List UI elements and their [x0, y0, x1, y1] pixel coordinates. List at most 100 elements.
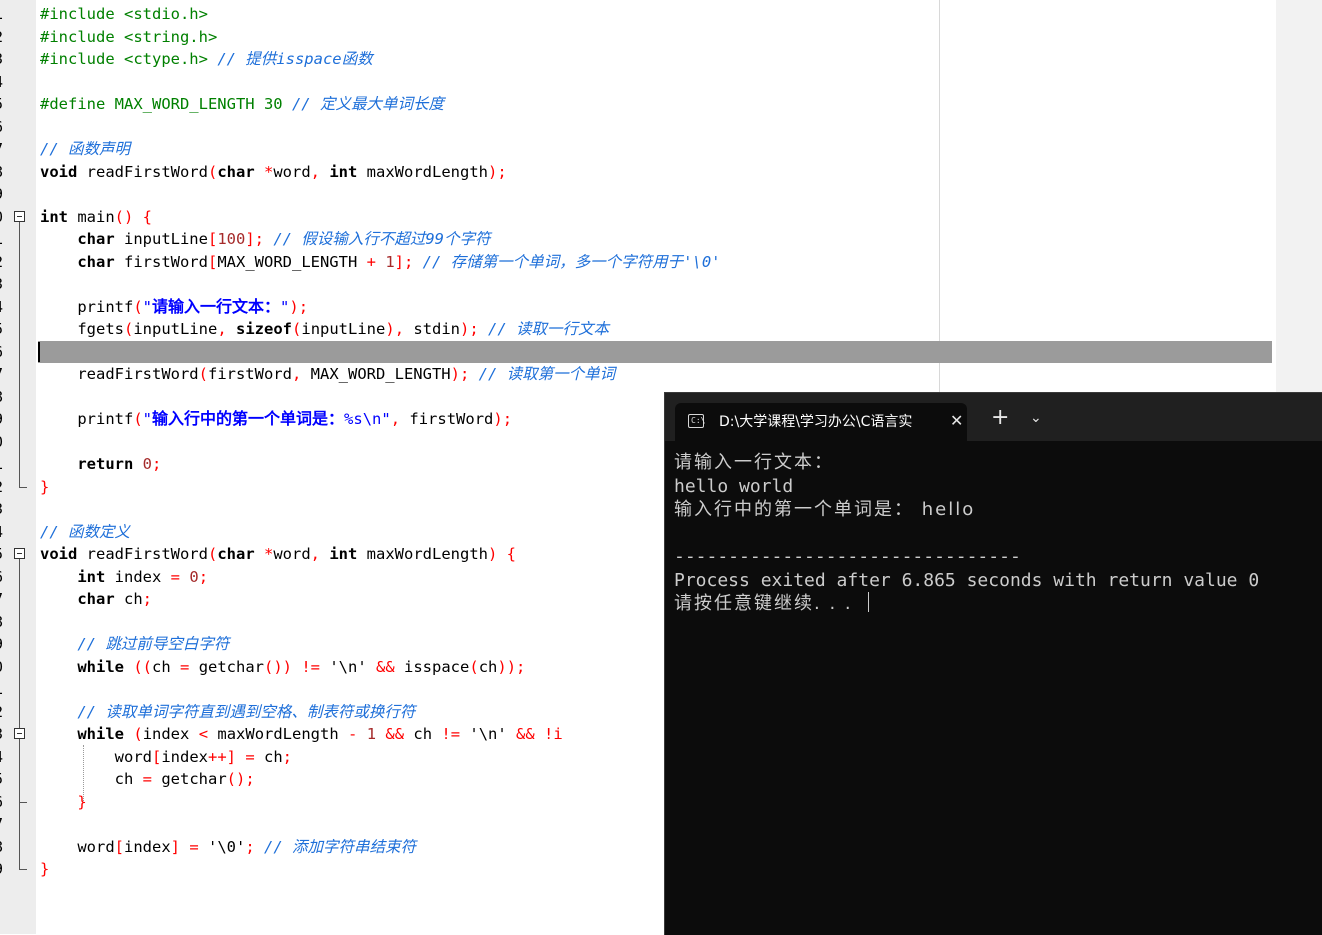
terminal-tab[interactable]: C:\ D:\大学课程\学习办公\C语言实 ✕: [675, 403, 967, 441]
fold-range-line: [19, 221, 20, 487]
code-token: %s\n": [344, 410, 391, 428]
code-token: main: [68, 207, 115, 226]
code-token: MAX_WORD_LENGTH: [217, 252, 367, 271]
code-token: (: [207, 545, 218, 563]
code-line[interactable]: }: [40, 858, 49, 881]
line-number: 6: [0, 791, 8, 814]
code-line[interactable]: void readFirstWord(char *word, int maxWo…: [40, 543, 516, 566]
code-line[interactable]: word[index] = '\0'; // 添加字符串结束符: [40, 836, 416, 859]
code-token: ));: [497, 657, 526, 676]
code-line[interactable]: int index = 0;: [40, 566, 208, 589]
code-line[interactable]: while ((ch = getchar()) != '\n' && isspa…: [40, 656, 525, 679]
code-token: -: [348, 725, 358, 743]
code-token: ch: [413, 725, 442, 743]
code-token: void: [40, 545, 78, 563]
line-number: 2: [0, 251, 8, 274]
code-line[interactable]: word[index++] = ch;: [40, 746, 292, 769]
code-token: [: [114, 837, 124, 856]
code-line[interactable]: #include <string.h>: [40, 26, 217, 49]
code-token: index: [105, 567, 171, 586]
line-number: 2: [0, 476, 8, 499]
line-number: 4: [0, 521, 8, 544]
terminal-line-text: 请输入一行文本：: [674, 452, 834, 473]
code-token: ++] =: [208, 747, 264, 766]
code-line[interactable]: // 读取单词字符直到遇到空格、制表符或换行符: [40, 701, 415, 724]
code-token: word: [40, 747, 152, 766]
line-number: 1: [0, 453, 8, 476]
terminal-output[interactable]: 请输入一行文本： hello world 输入行中的第一个单词是： hello ---…: [674, 451, 1322, 931]
line-number: 9: [0, 858, 8, 881]
code-line[interactable]: readFirstWord(firstWord, MAX_WORD_LENGTH…: [40, 363, 615, 386]
close-icon[interactable]: ✕: [950, 411, 963, 431]
code-line[interactable]: #include <ctype.h> // 提供isspace函数: [40, 48, 373, 71]
code-line[interactable]: char inputLine[100]; // 假设输入行不超过99个字符: [40, 228, 490, 251]
code-line[interactable]: #define MAX_WORD_LENGTH 30 // 定义最大单词长度: [40, 93, 444, 116]
code-token: ,: [390, 410, 410, 428]
code-token: // 跳过前导空白字符: [77, 635, 230, 653]
code-token: // 读取一行文本: [488, 320, 610, 338]
code-line[interactable]: printf("请输入一行文本：");: [40, 296, 308, 319]
code-line[interactable]: }: [40, 791, 86, 814]
code-line[interactable]: printf("输入行中的第一个单词是：%s\n", firstWord);: [40, 408, 512, 431]
code-token: ),: [385, 320, 414, 338]
code-token: char: [77, 230, 115, 248]
line-number: 5: [0, 543, 8, 566]
code-line[interactable]: ch = getchar();: [40, 768, 255, 791]
code-token: word: [273, 545, 311, 563]
line-number: 3: [0, 498, 8, 521]
code-line[interactable]: // 函数声明: [40, 138, 130, 161]
code-line[interactable]: char ch;: [40, 588, 152, 611]
fold-toggle-icon[interactable]: [14, 210, 25, 222]
line-number: 9: [0, 183, 8, 206]
code-token: '\n': [329, 657, 377, 676]
code-token: *: [264, 545, 274, 563]
code-token: readFirstWord: [77, 162, 208, 181]
code-token: ": [142, 297, 153, 316]
line-number: 8: [0, 386, 8, 409]
terminal-window[interactable]: C:\ D:\大学课程\学习办公\C语言实 ✕ + ⌄ 请输入一行文本： hell…: [664, 392, 1322, 935]
terminal-line-text: hello world: [674, 475, 794, 497]
fold-range-line: [19, 559, 20, 869]
code-line[interactable]: #include <stdio.h>: [40, 3, 208, 26]
code-line[interactable]: int main() {: [40, 206, 152, 229]
code-line[interactable]: // 函数定义: [40, 521, 130, 544]
line-number: 0: [0, 656, 8, 679]
code-token: (: [133, 297, 143, 316]
code-line[interactable]: char firstWord[MAX_WORD_LENGTH + 1]; // …: [40, 251, 721, 274]
line-number: 8: [0, 611, 8, 634]
new-tab-icon[interactable]: +: [991, 407, 1009, 429]
code-token: maxWordLength: [357, 545, 488, 563]
code-line[interactable]: }: [40, 476, 49, 499]
code-token: 100: [217, 230, 246, 248]
code-token: 0: [189, 567, 199, 586]
chevron-down-icon[interactable]: ⌄: [1030, 409, 1042, 427]
fold-end-marker: [19, 801, 27, 803]
fold-end-marker: [19, 486, 27, 488]
terminal-cursor: [868, 592, 870, 612]
code-line[interactable]: while (index < maxWordLength - 1 && ch !…: [40, 723, 562, 746]
fold-toggle-icon[interactable]: [14, 548, 25, 559]
code-line[interactable]: // 跳过前导空白字符: [40, 633, 229, 656]
code-token: [: [207, 252, 218, 271]
line-number: 7: [0, 588, 8, 611]
code-line[interactable]: fgets(inputLine, sizeof(inputLine), stdi…: [40, 318, 609, 341]
code-token: // 存储第一个单词，多一个字符用于'\0': [422, 252, 721, 271]
fold-toggle-icon[interactable]: [14, 728, 25, 739]
code-token: ] =: [170, 837, 208, 856]
code-token: =: [170, 567, 180, 586]
line-number: 9: [0, 408, 8, 431]
code-token: word: [40, 837, 115, 856]
code-line[interactable]: return 0;: [40, 453, 161, 476]
code-token: word: [273, 162, 311, 181]
code-token: while: [77, 725, 124, 743]
code-token: printf: [40, 410, 134, 428]
code-line[interactable]: void readFirstWord(char *word, int maxWo…: [40, 161, 507, 184]
